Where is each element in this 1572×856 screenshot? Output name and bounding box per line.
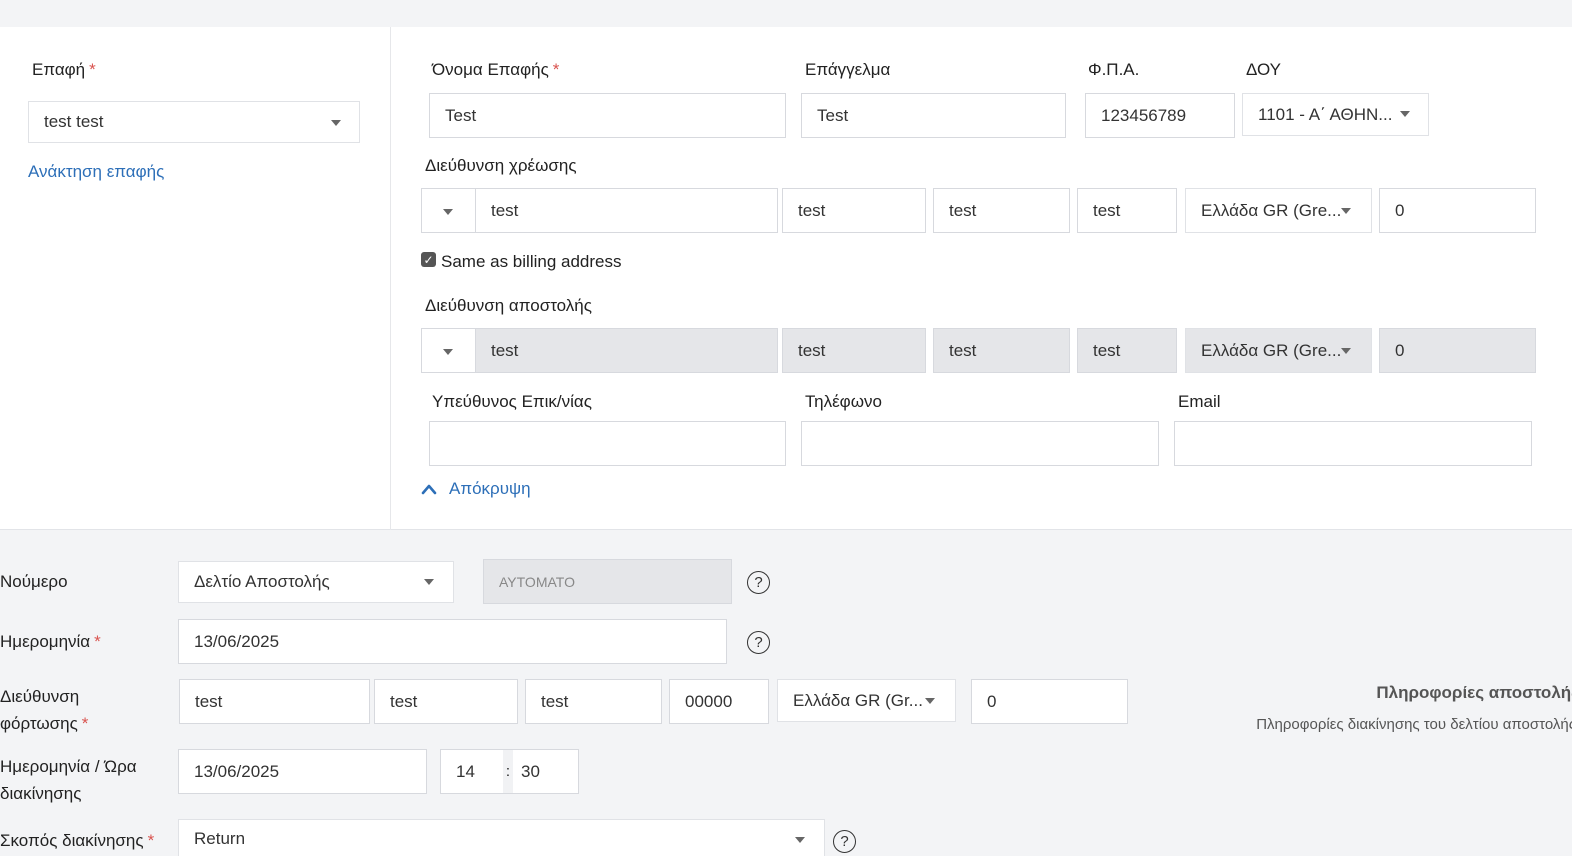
contact-name-label: Όνομα Επαφής * — [432, 60, 559, 80]
loading-address-label-line1: Διεύθυνση — [0, 687, 80, 706]
help-icon[interactable]: ? — [747, 571, 770, 594]
contact-name-label-text: Όνομα Επαφής — [432, 60, 549, 79]
shipping-country-select[interactable]: Ελλάδα GR (Gre... — [1185, 328, 1372, 373]
doy-select-value: 1101 - Α΄ ΑΘΗΝ... — [1258, 104, 1393, 124]
required-mark: * — [94, 632, 101, 651]
minute-input[interactable]: 30 — [513, 750, 578, 793]
top-band — [0, 0, 1572, 27]
check-icon: ✓ — [423, 252, 434, 267]
chevron-down-icon — [443, 349, 453, 355]
series-select-value: Δελτίο Αποστολής — [194, 572, 330, 591]
shipping-info-title: Πληροφορίες αποστολής — [1376, 683, 1572, 702]
chevron-down-icon — [1400, 111, 1410, 117]
loading-address-label: Διεύθυνση φόρτωσης * — [0, 683, 88, 737]
contact-select-value: test test — [44, 112, 104, 131]
movement-datetime-label-line2: διακίνησης — [0, 784, 82, 803]
chevron-down-icon — [331, 120, 341, 126]
billing-street-input[interactable]: test — [475, 188, 778, 233]
billing-country-select[interactable]: Ελλάδα GR (Gre... — [1185, 188, 1372, 233]
shipping-extra-input[interactable]: 0 — [1379, 328, 1536, 373]
movement-purpose-select[interactable]: Return — [178, 819, 825, 856]
movement-purpose-label-text: Σκοπός διακίνησης — [0, 831, 144, 850]
number-label: Νούμερο — [0, 572, 68, 591]
movement-purpose-label: Σκοπός διακίνησης * — [0, 831, 154, 851]
chevron-down-icon — [1341, 348, 1351, 354]
vat-input[interactable]: 123456789 — [1085, 93, 1235, 138]
help-icon[interactable]: ? — [747, 631, 770, 654]
movement-datetime-label: Ημερομηνία / Ώρα διακίνησης — [0, 753, 137, 807]
document-number-input[interactable]: ΑΥΤΟΜΑΤΟ — [483, 559, 732, 604]
email-input[interactable] — [1174, 421, 1532, 466]
phone-input[interactable] — [801, 421, 1159, 466]
billing-zip-input[interactable]: test — [1077, 188, 1177, 233]
loading-country-value: Ελλάδα GR (Gr... — [793, 690, 923, 710]
shipping-address-type-select[interactable] — [421, 328, 476, 373]
shipping-number-input[interactable]: test — [782, 328, 926, 373]
sales-manager-input[interactable] — [429, 421, 786, 466]
series-select[interactable]: Δελτίο Αποστολής — [178, 561, 454, 603]
time-separator: : — [503, 750, 513, 793]
shipping-info-subtitle: Πληροφορίες διακίνησης του δελτίου αποστ… — [1256, 716, 1572, 733]
vat-label: Φ.Π.Α. — [1088, 60, 1140, 79]
billing-address-type-select[interactable] — [421, 188, 476, 233]
profession-input[interactable]: Test — [801, 93, 1066, 138]
sales-manager-label: Υπεύθυνος Επικ/νίας — [432, 392, 592, 411]
doy-label: ΔΟΥ — [1246, 60, 1282, 79]
required-mark: * — [89, 60, 96, 79]
loading-city-input[interactable]: test — [525, 679, 662, 724]
date-label-text: Ημερομηνία — [0, 632, 91, 651]
billing-extra-input[interactable]: 0 — [1379, 188, 1536, 233]
help-icon[interactable]: ? — [833, 830, 856, 853]
chevron-down-icon — [424, 579, 434, 585]
hour-input[interactable]: 14 — [441, 750, 503, 793]
movement-time-picker: 14 : 30 — [440, 749, 579, 794]
shipping-city-input[interactable]: test — [933, 328, 1070, 373]
shipping-zip-input[interactable]: test — [1077, 328, 1177, 373]
billing-number-input[interactable]: test — [782, 188, 926, 233]
panel-divider — [390, 27, 391, 530]
loading-extra-input[interactable]: 0 — [971, 679, 1128, 724]
contact-label-text: Επαφή — [32, 60, 86, 79]
chevron-down-icon — [795, 837, 805, 843]
chevron-down-icon — [925, 698, 935, 704]
loading-number-input[interactable]: test — [374, 679, 518, 724]
date-input[interactable]: 13/06/2025 — [178, 619, 727, 664]
email-label: Email — [1178, 392, 1221, 411]
shipping-street-input[interactable]: test — [475, 328, 778, 373]
loading-zip-input[interactable]: 00000 — [669, 679, 769, 724]
retrieve-contact-link[interactable]: Ανάκτηση επαφής — [28, 162, 164, 182]
hide-toggle[interactable]: Απόκρυψη — [421, 479, 531, 499]
movement-purpose-value: Return — [194, 829, 246, 848]
loading-street-input[interactable]: test — [179, 679, 370, 724]
contact-select[interactable]: test test — [28, 101, 360, 143]
billing-city-input[interactable]: test — [933, 188, 1070, 233]
billing-address-label: Διεύθυνση χρέωσης — [425, 156, 577, 175]
required-mark: * — [147, 831, 155, 850]
shipping-info: Πληροφορίες αποστολής Πληροφορίες διακίν… — [1190, 683, 1572, 743]
required-mark: * — [552, 60, 560, 79]
same-as-billing-checkbox[interactable]: ✓ — [421, 252, 436, 267]
same-as-billing-label: Same as billing address — [441, 252, 622, 271]
chevron-down-icon — [443, 209, 453, 215]
hide-link-text: Απόκρυψη — [449, 479, 531, 498]
chevron-down-icon — [1341, 208, 1351, 214]
required-mark: * — [81, 714, 89, 733]
phone-label: Τηλέφωνο — [805, 392, 882, 411]
shipping-country-value: Ελλάδα GR (Gre... — [1201, 340, 1342, 360]
contact-name-input[interactable]: Test — [429, 93, 786, 138]
doy-select[interactable]: 1101 - Α΄ ΑΘΗΝ... — [1242, 93, 1429, 136]
contact-label: Επαφή * — [32, 60, 96, 80]
billing-country-value: Ελλάδα GR (Gre... — [1201, 200, 1342, 220]
loading-address-label-line2: φόρτωσης — [0, 714, 78, 733]
chevron-up-icon — [421, 484, 437, 495]
shipping-address-label: Διεύθυνση αποστολής — [425, 296, 592, 315]
profession-label: Επάγγελμα — [805, 60, 891, 79]
movement-datetime-label-line1: Ημερομηνία / Ώρα — [0, 757, 137, 776]
movement-date-input[interactable]: 13/06/2025 — [178, 749, 427, 794]
loading-country-select[interactable]: Ελλάδα GR (Gr... — [777, 679, 956, 722]
date-label: Ημερομηνία * — [0, 632, 101, 652]
